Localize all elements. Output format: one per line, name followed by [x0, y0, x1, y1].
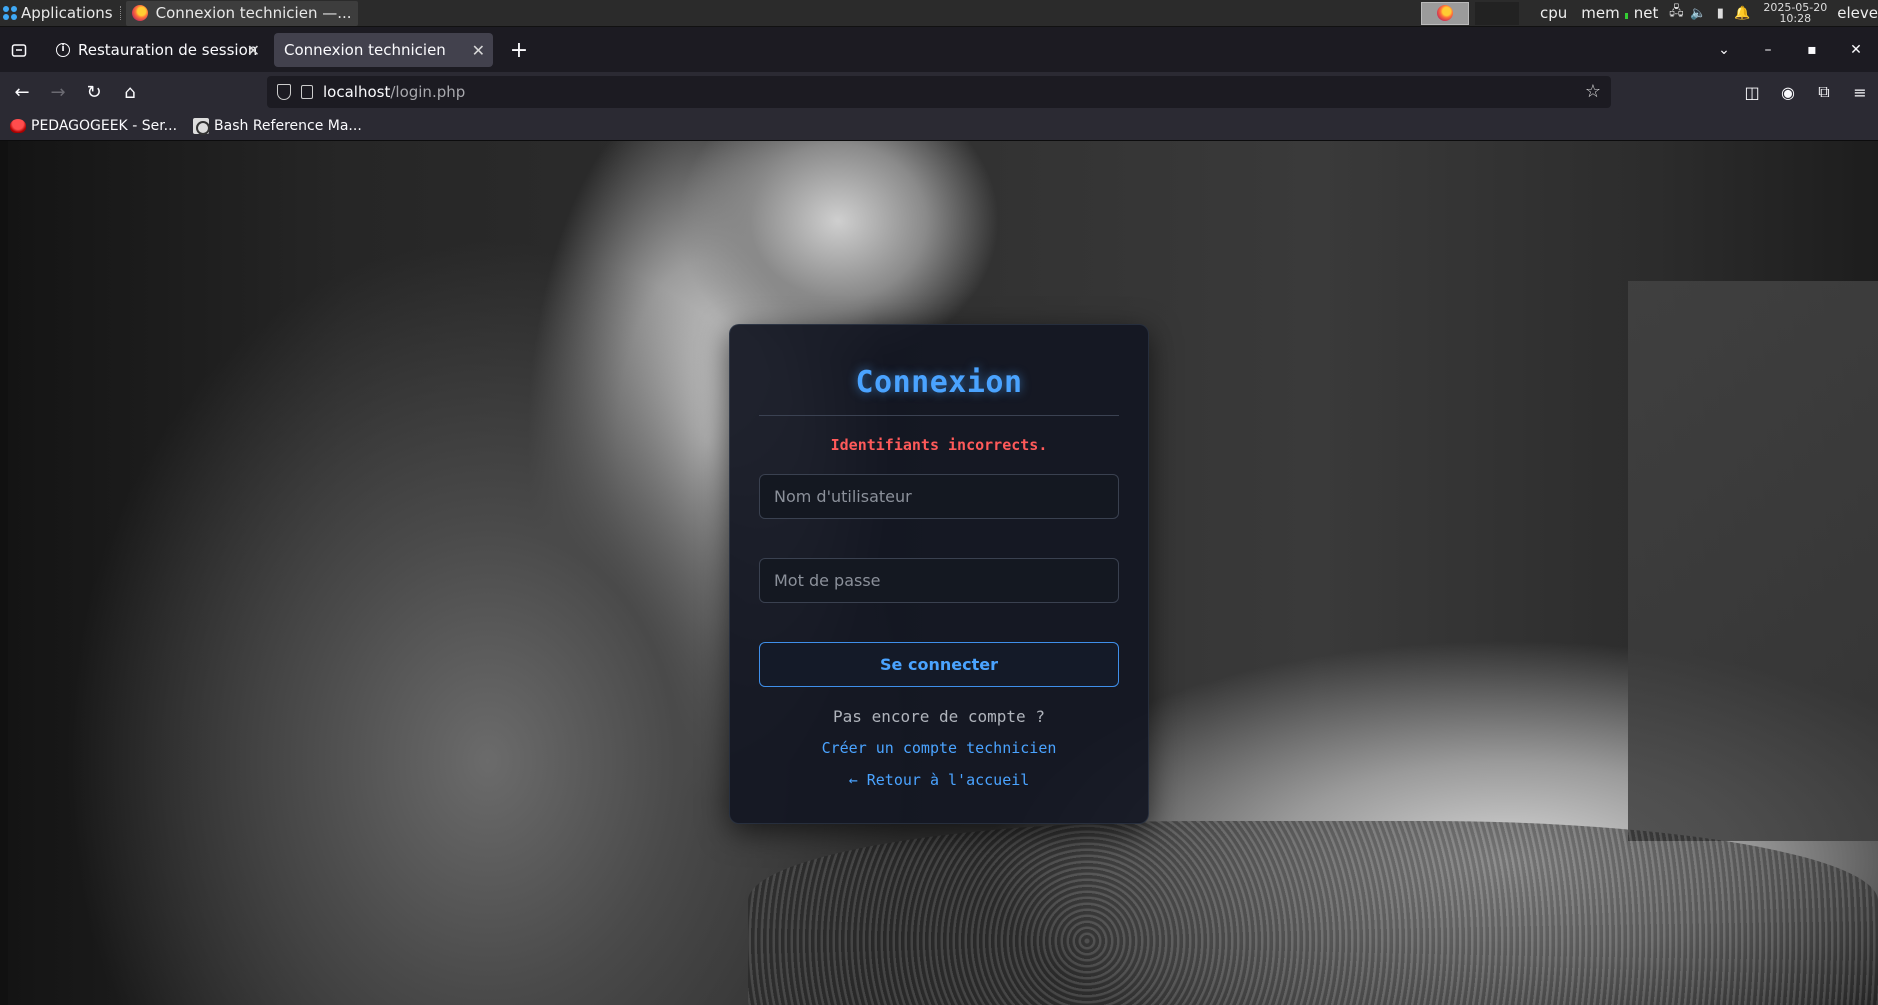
bookmark-bash-reference[interactable]: Bash Reference Ma...	[193, 118, 362, 135]
applications-icon	[3, 6, 17, 20]
applications-label: Applications	[21, 4, 113, 22]
taskbar-window-button[interactable]: Connexion technicien —...	[125, 0, 358, 26]
password-input[interactable]	[759, 558, 1119, 603]
back-icon[interactable]: ←	[4, 76, 40, 108]
pedagogeek-favicon-icon	[10, 119, 26, 133]
mem-monitor[interactable]: mem	[1574, 4, 1626, 22]
applications-menu[interactable]: Applications	[0, 0, 117, 27]
close-window-icon[interactable]: ✕	[1834, 42, 1878, 58]
tab-bar: i Restauration de session ✕ Connexion te…	[0, 28, 1878, 72]
tab-label: Connexion technicien	[284, 41, 446, 59]
username-input[interactable]	[759, 474, 1119, 519]
new-tab-button[interactable]: +	[503, 34, 535, 66]
firefox-icon	[131, 5, 148, 21]
bookmark-label: Bash Reference Ma...	[214, 118, 362, 134]
cpu-monitor[interactable]: cpu	[1533, 4, 1574, 22]
net-monitor[interactable]: net	[1624, 4, 1666, 22]
url-host: localhost	[323, 83, 391, 101]
page-info-icon[interactable]	[301, 85, 313, 99]
page-viewport: Connexion Identifiants incorrects. Se co…	[0, 141, 1878, 1005]
workspace-preview-empty[interactable]	[1474, 1, 1519, 25]
taskbar-window-title: Connexion technicien —...	[155, 4, 352, 22]
desktop-panel: Applications Connexion technicien —... c…	[0, 0, 1878, 27]
extensions-icon[interactable]: ⧉	[1806, 82, 1842, 102]
gnu-favicon-icon	[193, 118, 211, 135]
bookmark-star-icon[interactable]: ☆	[1585, 81, 1601, 102]
no-account-text: Pas encore de compte ?	[833, 707, 1045, 726]
forward-icon[interactable]: →	[40, 76, 76, 108]
menu-icon[interactable]: ≡	[1842, 83, 1878, 102]
panel-separator	[119, 6, 122, 20]
back-home-link[interactable]: ← Retour à l'accueil	[730, 771, 1148, 789]
notification-bell-icon[interactable]: 🔔	[1731, 2, 1753, 24]
network-icon[interactable]: 🖧	[1665, 2, 1687, 24]
bookmark-pedagogeek[interactable]: PEDAGOGEEK - Ser...	[10, 118, 177, 134]
pocket-icon[interactable]: ◫	[1734, 83, 1770, 102]
url-bar[interactable]: localhost/login.php ☆	[267, 76, 1611, 108]
tracking-protection-icon[interactable]	[277, 84, 291, 100]
firefox-view-icon[interactable]	[0, 28, 38, 72]
maximize-icon[interactable]: ▪	[1790, 42, 1834, 58]
minimize-icon[interactable]: –	[1746, 42, 1790, 58]
battery-icon[interactable]: ▮	[1709, 2, 1731, 24]
account-icon[interactable]: ◉	[1770, 83, 1806, 102]
info-icon: i	[56, 43, 70, 57]
tab-label: Restauration de session	[78, 41, 258, 59]
url-path: /login.php	[390, 83, 466, 101]
login-button[interactable]: Se connecter	[759, 642, 1119, 687]
background-cables	[748, 821, 1878, 1005]
title-divider	[759, 415, 1119, 416]
workspace-preview[interactable]	[1420, 1, 1469, 25]
user-menu[interactable]: eleve	[1837, 4, 1878, 22]
clock[interactable]: 2025-05-20 10:28	[1753, 2, 1837, 24]
list-all-tabs-icon[interactable]: ⌄	[1702, 42, 1746, 58]
volume-icon[interactable]: 🔈	[1687, 2, 1709, 24]
navigation-bar: ← → ↻ ⌂ localhost/login.php ☆ ◫ ◉ ⧉ ≡	[0, 72, 1878, 112]
create-account-link[interactable]: Créer un compte technicien	[730, 739, 1148, 757]
bookmark-label: PEDAGOGEEK - Ser...	[31, 118, 178, 134]
close-tab-icon[interactable]: ✕	[247, 41, 260, 60]
background-wall	[1628, 281, 1878, 841]
tab-session-restore[interactable]: i Restauration de session ✕	[46, 33, 268, 67]
firefox-icon	[1436, 5, 1453, 21]
reload-icon[interactable]: ↻	[76, 76, 112, 108]
tab-login[interactable]: Connexion technicien ✕	[274, 33, 493, 67]
login-card: Connexion Identifiants incorrects. Se co…	[729, 324, 1149, 824]
clock-time: 10:28	[1779, 12, 1812, 25]
bookmarks-toolbar: PEDAGOGEEK - Ser... Bash Reference Ma...	[0, 112, 1878, 141]
home-icon[interactable]: ⌂	[112, 76, 148, 108]
login-title: Connexion	[855, 365, 1023, 400]
error-message: Identifiants incorrects.	[830, 436, 1048, 454]
close-tab-icon[interactable]: ✕	[472, 41, 485, 60]
